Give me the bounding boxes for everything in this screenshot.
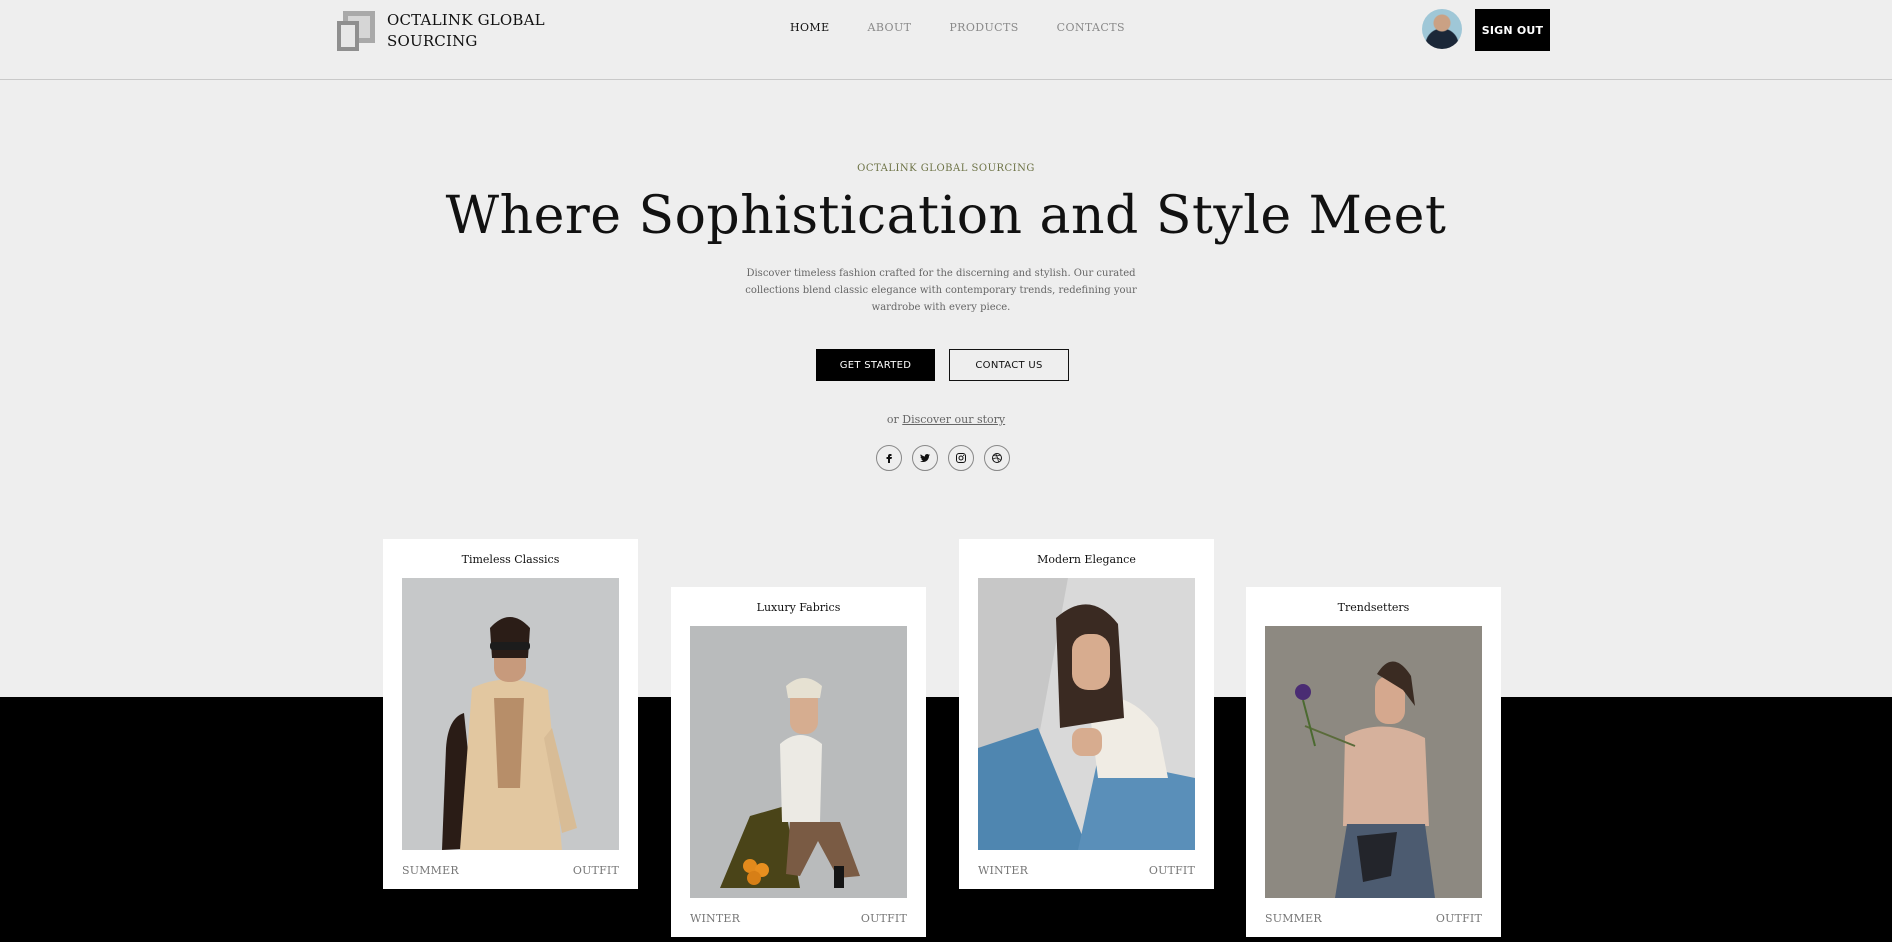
dark-band	[0, 697, 1892, 942]
social-links	[876, 445, 1020, 471]
main-nav: HOME ABOUT PRODUCTS CONTACTS	[790, 21, 1163, 34]
site-header: OCTALINK GLOBAL SOURCING HOME ABOUT PROD…	[0, 0, 1892, 80]
hero-title: Where Sophistication and Style Meet	[445, 186, 1447, 246]
logo-mark-icon	[337, 11, 377, 51]
card-type: OUTFIT	[1435, 912, 1482, 925]
contact-us-button[interactable]: CONTACT US	[949, 349, 1069, 381]
card-title: Trendsetters	[1337, 601, 1410, 614]
card-photo	[978, 578, 1195, 850]
logo-line-2: SOURCING	[387, 32, 478, 50]
card-title: Timeless Classics	[461, 553, 560, 566]
facebook-icon[interactable]	[876, 445, 902, 471]
nav-contacts[interactable]: CONTACTS	[1057, 21, 1125, 34]
dribbble-icon[interactable]	[984, 445, 1010, 471]
nav-about[interactable]: ABOUT	[868, 21, 912, 34]
card-title: Luxury Fabrics	[756, 601, 841, 614]
card-type: OUTFIT	[1148, 864, 1195, 877]
card-photo	[690, 626, 907, 898]
collection-card[interactable]: Modern Elegance WINTER OUTFIT	[959, 539, 1214, 889]
story-line: or Discover our story	[0, 413, 1892, 426]
card-title: Modern Elegance	[1037, 553, 1136, 566]
logo-text: OCTALINK GLOBAL SOURCING	[387, 10, 545, 52]
collection-card[interactable]: Timeless Classics SUMMER OUTFIT	[383, 539, 638, 889]
collection-card[interactable]: Luxury Fabrics WINTER OUTFIT	[671, 587, 926, 937]
instagram-icon[interactable]	[948, 445, 974, 471]
sign-out-button[interactable]: SIGN OUT	[1475, 9, 1550, 51]
card-season: WINTER	[978, 864, 1029, 877]
story-prefix: or	[886, 413, 899, 426]
card-photo	[1265, 626, 1482, 898]
card-season: SUMMER	[1265, 912, 1322, 925]
hero-description: Discover timeless fashion crafted for th…	[745, 268, 1137, 313]
card-type: OUTFIT	[860, 912, 907, 925]
discover-story-link[interactable]: Discover our story	[902, 413, 1005, 426]
avatar[interactable]	[1422, 9, 1462, 49]
hero-eyebrow: OCTALINK GLOBAL SOURCING	[857, 163, 1035, 174]
collection-card[interactable]: Trendsetters SUMMER OUTFIT	[1246, 587, 1501, 937]
card-type: OUTFIT	[572, 864, 619, 877]
nav-home[interactable]: HOME	[790, 21, 830, 34]
nav-products[interactable]: PRODUCTS	[949, 21, 1018, 34]
logo[interactable]: OCTALINK GLOBAL SOURCING	[337, 10, 545, 52]
logo-line-1: OCTALINK GLOBAL	[387, 11, 545, 29]
card-season: WINTER	[690, 912, 741, 925]
twitter-icon[interactable]	[912, 445, 938, 471]
card-photo	[402, 578, 619, 850]
card-season: SUMMER	[402, 864, 459, 877]
get-started-button[interactable]: GET STARTED	[816, 349, 935, 381]
